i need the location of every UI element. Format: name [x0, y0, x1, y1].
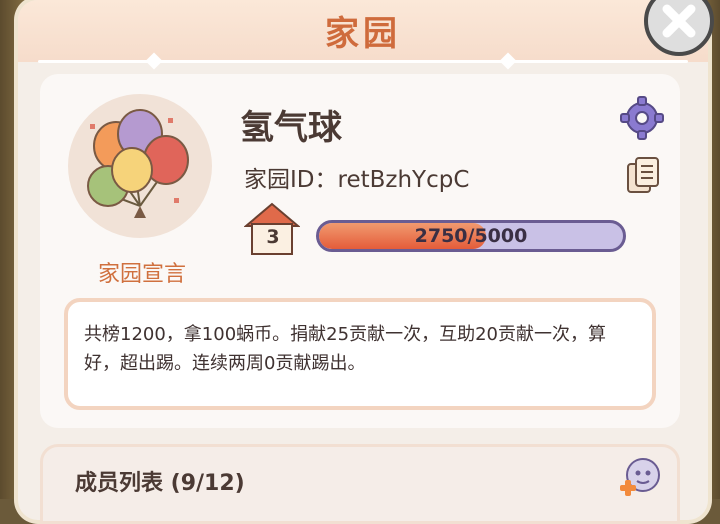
home-avatar[interactable] [68, 94, 212, 238]
home-level: 3 [266, 226, 280, 248]
member-list-section: 成员列表 (9/12) [40, 444, 680, 524]
dialog-header: 家园 [18, 0, 708, 62]
home-id: 家园ID：retBzhYcpC [244, 167, 470, 193]
member-list-title: 成员列表 (9/12) [75, 471, 245, 496]
home-dialog: 家园 家园宣言 氢气球 家园ID：retBzhYcpC 3 2750/5000 … [18, 0, 714, 524]
home-info-card: 家园宣言 氢气球 家园ID：retBzhYcpC 3 2750/5000 共榜1… [40, 74, 680, 428]
balloons-avatar-icon [87, 109, 189, 218]
home-name: 氢气球 [240, 108, 342, 148]
declaration-label[interactable]: 家园宣言 [62, 256, 222, 288]
copy-icon[interactable] [626, 156, 662, 196]
close-icon [662, 4, 696, 38]
add-member-icon[interactable] [617, 455, 663, 501]
header-divider [38, 60, 688, 63]
dialog-title: 家园 [325, 14, 401, 54]
declaration-text: 共榜1200，拿100蜗币。捐献25贡献一次，互助20贡献一次，算好，超出踢。连… [64, 298, 656, 410]
gear-icon[interactable] [620, 96, 664, 140]
progress-text: 2750/5000 [414, 225, 528, 247]
home-progress-bar: 2750/5000 [316, 220, 626, 252]
